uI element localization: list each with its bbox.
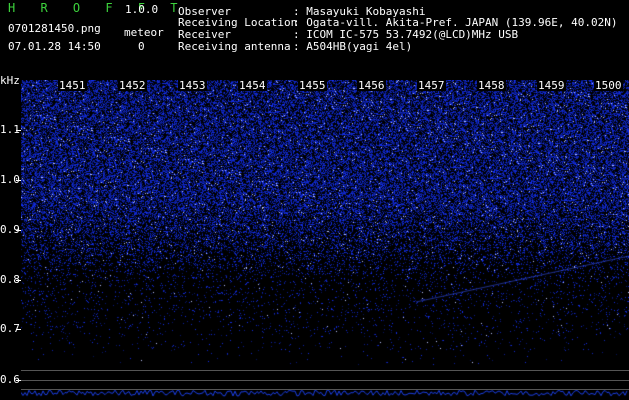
y-tick-mark [16,380,21,381]
location-value: : Ogata-vill. Akita-Pref. JAPAN (139.96E… [293,16,618,29]
minute-label-1451: 1451 [58,79,87,92]
spectrogram-canvas [21,80,629,398]
antenna-value: : A504HB(yagi 4el) [293,40,413,53]
meteor-count: 0 [138,40,145,53]
minute-label-1458: 1458 [477,79,506,92]
minute-label-1454: 1454 [238,79,267,92]
meteor-label: meteor [124,26,164,39]
y-tick-mark [16,130,21,131]
marker-line-upper [21,370,629,371]
file-datetime: 07.01.28 14:50 [8,40,101,53]
receiver-value: : ICOM IC-575 53.7492(@LCD)MHz USB [293,28,519,41]
minute-label-1459: 1459 [537,79,566,92]
minute-label-1452: 1452 [118,79,147,92]
minute-label-1453: 1453 [178,79,207,92]
minute-label-1455: 1455 [298,79,327,92]
y-axis-unit: kHz [0,74,20,87]
app-title: H R O F F T [8,1,187,15]
file-name: 0701281450.png [8,22,101,35]
receiver-label: Receiver [178,28,231,41]
y-tick-mark [16,230,21,231]
y-tick-mark [16,280,21,281]
minute-label-1456: 1456 [357,79,386,92]
y-tick-mark [16,180,21,181]
minute-label-1457: 1457 [417,79,446,92]
marker-line-lower [21,389,629,390]
minute-label-1500: 1500 [594,79,623,92]
app-version: 1.0.0 [125,3,159,16]
location-label: Receiving Location [178,16,298,29]
marker-line-middle [21,380,629,381]
antenna-label: Receiving antenna [178,40,291,53]
y-tick-mark [16,329,21,330]
